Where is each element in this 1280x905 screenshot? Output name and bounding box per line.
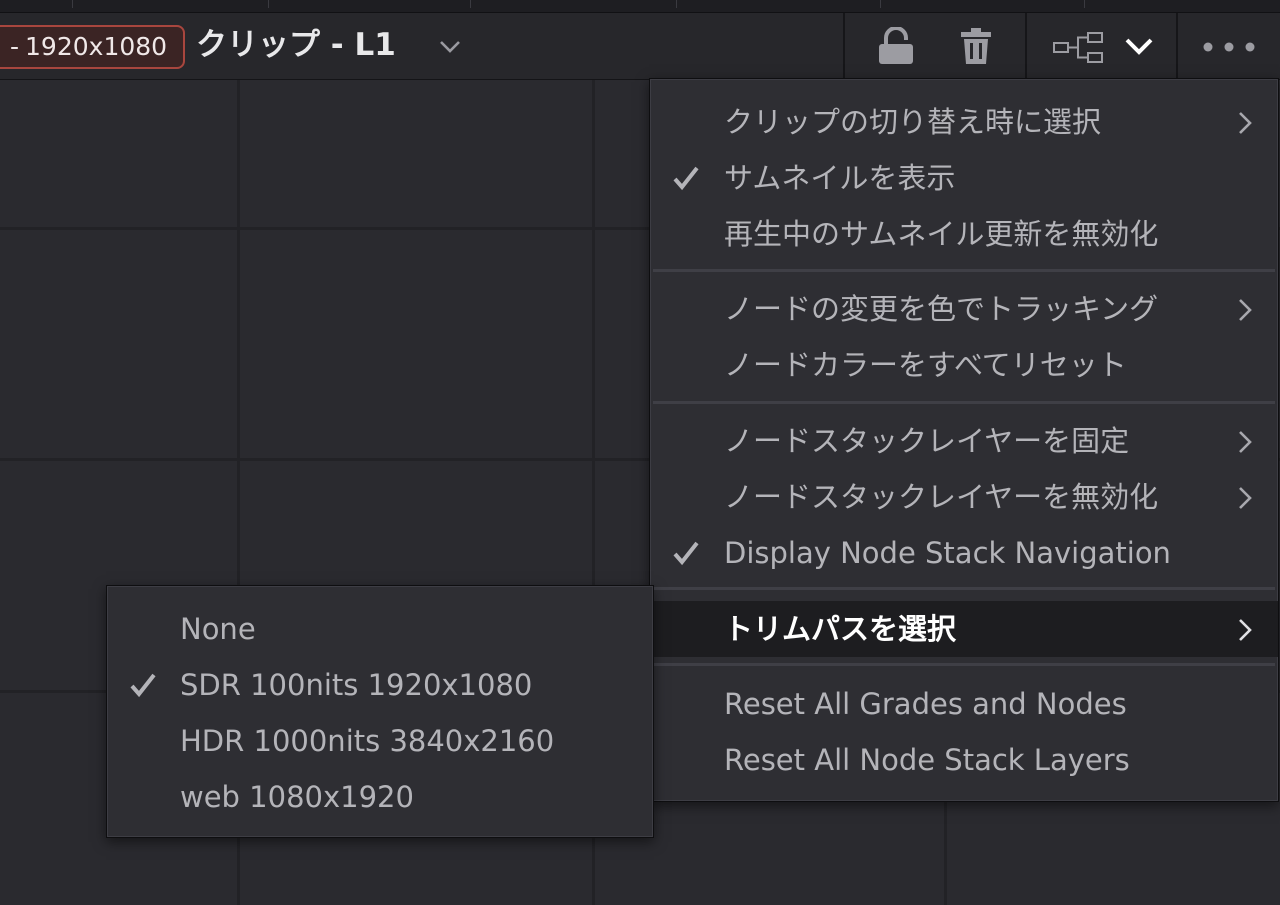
menu-item-label: 再生中のサムネイル更新を無効化 xyxy=(724,217,1159,251)
checkmark-icon xyxy=(130,673,156,698)
header-divider xyxy=(843,13,845,79)
menu-item-select-trim-pass[interactable]: トリムパスを選択 xyxy=(650,601,1278,657)
menu-separator xyxy=(653,269,1275,272)
menu-item-track-node-changes[interactable]: ノードの変更を色でトラッキング xyxy=(650,281,1278,337)
top-strip xyxy=(0,0,1280,13)
menu-item-show-thumbnails[interactable]: サムネイルを表示 xyxy=(650,150,1278,206)
menu-item-reset-all-grades[interactable]: Reset All Grades and Nodes xyxy=(650,676,1278,732)
clip-mode-title[interactable]: クリップ - L1 xyxy=(196,23,396,67)
trim-option-web[interactable]: web 1080x1920 xyxy=(107,769,653,825)
trim-pass-submenu: None SDR 100nits 1920x1080 HDR 1000nits … xyxy=(106,585,654,838)
trash-icon[interactable] xyxy=(960,27,992,65)
menu-item-label: Reset All Grades and Nodes xyxy=(724,687,1127,721)
trim-option-hdr[interactable]: HDR 1000nits 3840x2160 xyxy=(107,713,653,769)
chevron-right-icon xyxy=(1239,299,1252,321)
menu-item-label: トリムパスを選択 xyxy=(724,612,957,646)
header-divider xyxy=(1025,13,1027,79)
menu-separator xyxy=(653,587,1275,590)
trim-option-none[interactable]: None xyxy=(107,601,653,657)
menu-item-label: クリップの切り替え時に選択 xyxy=(724,105,1102,139)
checkmark-icon xyxy=(673,166,699,191)
menu-item-label: Reset All Node Stack Layers xyxy=(724,743,1130,777)
chevron-right-icon xyxy=(1239,431,1252,453)
menu-item-label: SDR 100nits 1920x1080 xyxy=(180,668,533,702)
menu-separator xyxy=(653,401,1275,404)
more-options-icon[interactable] xyxy=(1202,41,1256,53)
chevron-down-icon[interactable] xyxy=(438,37,462,57)
menu-item-label: ノードスタックレイヤーを固定 xyxy=(724,424,1130,458)
node-options-menu: クリップの切り替え時に選択 サムネイルを表示 再生中のサムネイル更新を無効化 ノ… xyxy=(649,78,1279,802)
color-page-node-editor: -1920x1080 クリップ - L1 クリップの切り替え時に選択 サムネイル… xyxy=(0,0,1280,905)
menu-item-disable-thumbnail-update[interactable]: 再生中のサムネイル更新を無効化 xyxy=(650,206,1278,262)
menu-item-label: web 1080x1920 xyxy=(180,780,414,814)
lock-open-icon[interactable] xyxy=(876,27,916,65)
resolution-badge[interactable]: -1920x1080 xyxy=(0,25,186,69)
header-divider xyxy=(1176,13,1178,79)
menu-item-lock-node-stack-layer[interactable]: ノードスタックレイヤーを固定 xyxy=(650,413,1278,469)
chevron-right-icon xyxy=(1239,619,1252,641)
resolution-label: 1920x1080 xyxy=(25,32,168,61)
menu-item-disable-node-stack-layer[interactable]: ノードスタックレイヤーを無効化 xyxy=(650,469,1278,525)
checkmark-icon xyxy=(673,541,699,566)
menu-item-label: ノードの変更を色でトラッキング xyxy=(724,292,1159,326)
menu-item-label: Display Node Stack Navigation xyxy=(724,536,1171,570)
menu-item-select-on-clip-switch[interactable]: クリップの切り替え時に選択 xyxy=(650,94,1278,150)
trim-option-sdr[interactable]: SDR 100nits 1920x1080 xyxy=(107,657,653,713)
menu-item-display-node-stack-navigation[interactable]: Display Node Stack Navigation xyxy=(650,525,1278,581)
node-editor-header: -1920x1080 クリップ - L1 xyxy=(0,13,1280,80)
menu-item-label: サムネイルを表示 xyxy=(724,161,956,195)
badge-prefix: - xyxy=(10,32,20,61)
menu-item-reset-node-colors[interactable]: ノードカラーをすべてリセット xyxy=(650,337,1278,393)
chevron-down-icon[interactable] xyxy=(1124,37,1154,57)
node-graph-icon[interactable] xyxy=(1053,31,1105,65)
chevron-right-icon xyxy=(1239,112,1252,134)
menu-item-label: ノードスタックレイヤーを無効化 xyxy=(724,480,1159,514)
menu-item-label: HDR 1000nits 3840x2160 xyxy=(180,724,555,758)
menu-item-reset-all-node-stack-layers[interactable]: Reset All Node Stack Layers xyxy=(650,732,1278,788)
menu-item-label: ノードカラーをすべてリセット xyxy=(724,348,1127,382)
chevron-right-icon xyxy=(1239,487,1252,509)
menu-item-label: None xyxy=(180,612,256,646)
menu-separator xyxy=(653,663,1275,666)
